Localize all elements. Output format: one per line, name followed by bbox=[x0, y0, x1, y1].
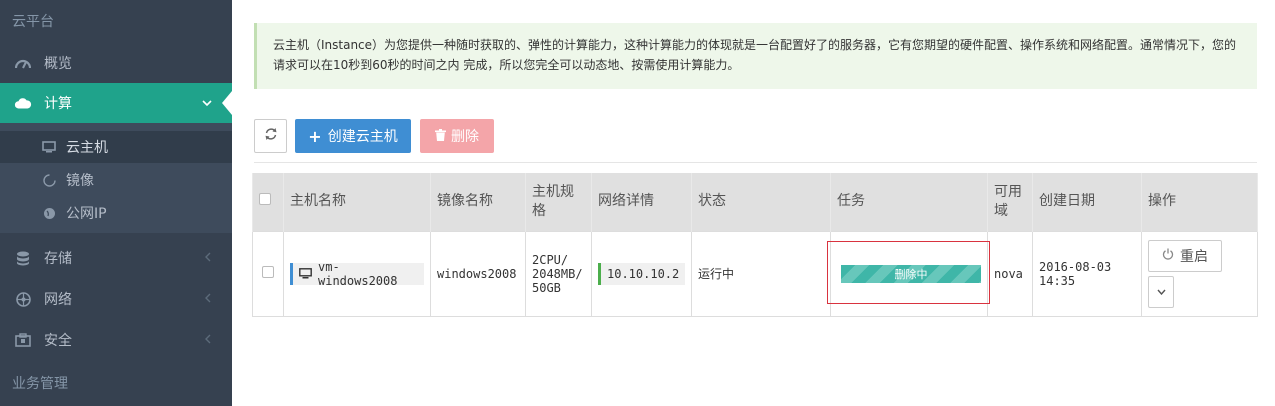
created-date: 2016-08-03 bbox=[1039, 259, 1112, 274]
instance-name-link[interactable]: vm-windows2008 bbox=[290, 259, 424, 288]
chevron-left-icon bbox=[204, 251, 212, 265]
network-icon bbox=[14, 291, 32, 307]
trash-icon bbox=[435, 128, 446, 144]
sidebar-item-label: 概览 bbox=[44, 56, 72, 72]
sidebar-item-label: 公网IP bbox=[66, 206, 107, 222]
chevron-left-icon bbox=[204, 292, 212, 306]
instances-table: 主机名称 镜像名称 主机规格 网络详情 状态 任务 可用域 创建日期 操作 vm… bbox=[252, 173, 1258, 317]
image-name: windows2008 bbox=[430, 230, 526, 317]
sidebar-item-label: 存储 bbox=[44, 251, 72, 267]
security-icon bbox=[14, 333, 32, 347]
sidebar-section-heading: 业务管理 bbox=[12, 376, 68, 392]
column-header: 创建日期 bbox=[1032, 173, 1142, 231]
table-row: vm-windows2008 windows2008 2CPU/ 2048MB/… bbox=[252, 230, 1258, 317]
chevron-down-icon bbox=[1156, 285, 1166, 298]
dashboard-icon bbox=[14, 57, 32, 69]
chevron-left-icon bbox=[204, 333, 212, 347]
create-instance-button[interactable]: + 创建云主机 bbox=[295, 119, 411, 153]
toolbar-divider bbox=[254, 162, 1257, 163]
instance-name-cell: vm-windows2008 bbox=[283, 230, 431, 317]
task-highlight-box bbox=[827, 241, 990, 304]
delete-label: 删除 bbox=[451, 129, 479, 145]
sidebar-item-label: 镜像 bbox=[66, 173, 94, 189]
delete-button[interactable]: 删除 bbox=[420, 119, 494, 153]
row-select-cell[interactable] bbox=[252, 230, 284, 317]
sidebar-item-security[interactable]: 安全 bbox=[0, 320, 232, 360]
more-actions-dropdown[interactable] bbox=[1148, 275, 1174, 308]
select-all-checkbox[interactable] bbox=[259, 193, 271, 206]
column-header: 任务 bbox=[830, 173, 988, 231]
sidebar-item-instances[interactable]: 云主机 bbox=[0, 131, 232, 163]
info-alert: 云主机（Instance）为您提供一种随时获取的、弹性的计算能力，这种计算能力的… bbox=[254, 23, 1257, 89]
column-header: 可用域 bbox=[987, 173, 1033, 231]
ip-address: 10.10.10.2 bbox=[607, 266, 680, 281]
power-icon bbox=[1162, 248, 1174, 264]
select-all-cell[interactable] bbox=[252, 173, 284, 231]
row-checkbox[interactable] bbox=[262, 266, 274, 278]
spec-memory: 2048MB/ bbox=[532, 266, 583, 281]
chevron-down-icon bbox=[202, 96, 212, 110]
spec-disk: 50GB bbox=[532, 280, 561, 295]
created-date-cell: 2016-08-03 14:35 bbox=[1032, 230, 1142, 317]
alert-text: 云主机（Instance）为您提供一种随时获取的、弹性的计算能力，这种计算能力的… bbox=[273, 38, 1237, 72]
column-header: 网络详情 bbox=[591, 173, 692, 231]
actions-cell: 重启 bbox=[1141, 230, 1258, 317]
sidebar-item-storage[interactable]: 存储 bbox=[0, 238, 232, 278]
sidebar-item-label: 云主机 bbox=[66, 140, 108, 156]
column-header: 主机规格 bbox=[525, 173, 592, 231]
sidebar-item-public-ip[interactable]: 公网IP bbox=[0, 197, 232, 229]
zone: nova bbox=[987, 230, 1033, 317]
table-header-row: 主机名称 镜像名称 主机规格 网络详情 状态 任务 可用域 创建日期 操作 bbox=[252, 173, 1258, 231]
spec-cpu: 2CPU/ bbox=[532, 252, 569, 267]
compute-submenu: 云主机 镜像 公网IP bbox=[0, 123, 232, 233]
instance-name: vm-windows2008 bbox=[318, 259, 398, 288]
status-text: 运行中 bbox=[691, 230, 831, 317]
main-content: 云主机（Instance）为您提供一种随时获取的、弹性的计算能力，这种计算能力的… bbox=[232, 0, 1275, 406]
sidebar-item-label: 安全 bbox=[44, 333, 72, 349]
sidebar-item-compute[interactable]: 计算 bbox=[0, 83, 232, 123]
monitor-icon bbox=[40, 141, 58, 153]
create-instance-label: 创建云主机 bbox=[327, 129, 398, 145]
sidebar-item-overview[interactable]: 概览 bbox=[0, 43, 232, 83]
spinner-icon bbox=[40, 173, 58, 187]
column-header: 主机名称 bbox=[283, 173, 431, 231]
sidebar-item-label: 计算 bbox=[44, 96, 72, 112]
sidebar-title: 云平台 bbox=[12, 14, 54, 30]
plus-icon: + bbox=[308, 126, 322, 146]
spec-cell: 2CPU/ 2048MB/ 50GB bbox=[525, 230, 592, 317]
network-cell: 10.10.10.2 bbox=[591, 230, 692, 317]
globe-icon bbox=[40, 207, 58, 220]
column-header: 状态 bbox=[691, 173, 831, 231]
cloud-icon bbox=[14, 97, 32, 110]
created-time: 14:35 bbox=[1039, 273, 1076, 288]
network-tag: 10.10.10.2 bbox=[598, 262, 686, 285]
refresh-icon bbox=[264, 127, 278, 145]
reboot-button[interactable]: 重启 bbox=[1148, 239, 1222, 272]
sidebar-item-network[interactable]: 网络 bbox=[0, 279, 232, 319]
column-header: 镜像名称 bbox=[430, 173, 526, 231]
sidebar-item-label: 网络 bbox=[44, 292, 72, 308]
sidebar: 云平台 概览 计算 云主机 镜像 公网IP 存储 网络 安全 业务管理 bbox=[0, 0, 232, 406]
reboot-label: 重启 bbox=[1180, 248, 1208, 265]
refresh-button[interactable] bbox=[254, 119, 287, 153]
monitor-icon bbox=[299, 268, 312, 279]
sidebar-item-images[interactable]: 镜像 bbox=[0, 164, 232, 196]
column-header: 操作 bbox=[1141, 173, 1258, 231]
database-icon bbox=[14, 251, 32, 266]
